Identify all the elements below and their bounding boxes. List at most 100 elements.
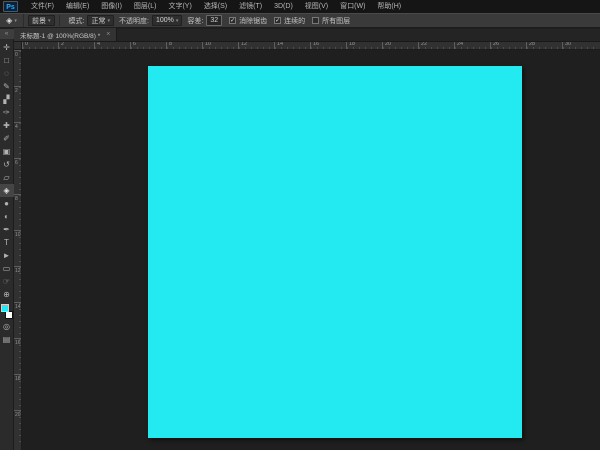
menu-item[interactable]: 图层(L) xyxy=(128,0,163,13)
quick-mask-icon: ◎ xyxy=(3,322,10,331)
tool-button-path-selection[interactable]: ► xyxy=(0,249,14,262)
tolerance-input[interactable]: 32 xyxy=(206,15,223,26)
menu-item[interactable]: 图像(I) xyxy=(95,0,128,13)
checkbox-label: 消除锯齿 xyxy=(239,17,268,25)
tool-button-eyedropper[interactable]: ✑ xyxy=(0,106,14,119)
tool-button-hand[interactable]: ☞ xyxy=(0,275,14,288)
checkbox-all-layers[interactable]: 所有图层 xyxy=(312,16,350,26)
ruler-tick: 26 xyxy=(490,42,526,49)
ruler-tick: 24 xyxy=(454,42,490,49)
ruler-tick: 14 xyxy=(14,302,21,338)
tool-bar: « ✛ □ ◌ ✎ ▞ ✑ ✚ ✐ ▣ ↺ ▱ ◈ ● ◐ ✒ T ► ▭ ☞ … xyxy=(0,29,14,450)
ruler-tick: 22 xyxy=(418,42,454,49)
horizontal-ruler[interactable]: 0 2 4 6 8 10 12 14 16 18 20 22 24 26 28 … xyxy=(22,42,600,50)
tool-icon: ✒ xyxy=(3,225,10,234)
tool-icon: ✎ xyxy=(3,82,10,91)
ruler-tick-label: 20 xyxy=(385,42,392,47)
tool-button-history-brush[interactable]: ↺ xyxy=(0,158,14,171)
tool-button-brush[interactable]: ✐ xyxy=(0,132,14,145)
menu-item[interactable]: 滤镜(T) xyxy=(233,0,268,13)
quick-mask-button[interactable]: ◎ xyxy=(0,320,14,333)
tool-icon: ◌ xyxy=(4,69,9,78)
ruler-corner[interactable] xyxy=(14,42,22,50)
ruler-tick: 2 xyxy=(14,86,21,122)
tool-button-quick-selection[interactable]: ✎ xyxy=(0,80,14,93)
fill-source-value: 前景 xyxy=(32,17,46,25)
ruler-tick: 0 xyxy=(22,42,58,49)
checkbox-box-icon xyxy=(312,17,320,24)
tool-icon: ► xyxy=(2,251,11,260)
ruler-tick-label: 8 xyxy=(169,42,173,47)
vertical-ruler[interactable]: 0 2 4 6 8 10 12 14 16 18 20 xyxy=(14,50,22,450)
ruler-tick-label: 12 xyxy=(241,42,248,47)
ruler-tick-label: 28 xyxy=(529,42,536,47)
paint-bucket-tool-preset[interactable]: ◈ ▾ xyxy=(0,14,24,27)
screen-mode-icon: ▤ xyxy=(2,335,11,344)
ruler-tick: 0 xyxy=(14,50,21,86)
tool-icon: ◐ xyxy=(4,212,9,221)
ruler-tick-label: 12 xyxy=(15,268,21,274)
toolbar-collapse-button[interactable]: « xyxy=(0,29,14,39)
menu-item[interactable]: 帮助(H) xyxy=(371,0,407,13)
checkbox-contiguous[interactable]: ✓ 连续的 xyxy=(274,16,305,26)
ruler-tick-label: 30 xyxy=(565,42,572,47)
canvas[interactable] xyxy=(148,66,522,438)
ruler-tick: 16 xyxy=(14,338,21,374)
tool-button-move[interactable]: ✛ xyxy=(0,41,14,54)
separator xyxy=(58,15,60,26)
menu-item[interactable]: 文字(Y) xyxy=(162,0,197,13)
tool-button-crop[interactable]: ▞ xyxy=(0,93,14,106)
foreground-color-swatch[interactable] xyxy=(0,304,9,312)
menu-item[interactable]: 3D(D) xyxy=(268,0,299,13)
menu-item[interactable]: 视图(V) xyxy=(299,0,334,13)
ruler-tick-label: 22 xyxy=(421,42,428,47)
tool-button-zoom[interactable]: ⊕ xyxy=(0,288,14,301)
ruler-tick: 18 xyxy=(14,374,21,410)
ruler-tick: 18 xyxy=(346,42,382,49)
fill-source-select[interactable]: 前景 ▾ xyxy=(28,15,55,26)
tool-button-healing-brush[interactable]: ✚ xyxy=(0,119,14,132)
background-color-swatch[interactable] xyxy=(4,311,13,319)
tool-button-pen[interactable]: ✒ xyxy=(0,223,14,236)
tool-icon: ▞ xyxy=(3,95,10,104)
tool-button-type[interactable]: T xyxy=(0,236,14,249)
tool-button-shape[interactable]: ▭ xyxy=(0,262,14,275)
tool-icon: ▱ xyxy=(3,173,10,182)
screen-mode-button[interactable]: ▤ xyxy=(0,333,14,346)
ruler-tick-label: 16 xyxy=(313,42,320,47)
ruler-tick: 12 xyxy=(14,266,21,302)
chevron-down-icon: ▾ xyxy=(48,17,51,24)
tool-button-clone-stamp[interactable]: ▣ xyxy=(0,145,14,158)
tool-icon: ▣ xyxy=(2,147,11,156)
ruler-tick: 10 xyxy=(14,230,21,266)
ruler-tick: 2 xyxy=(58,42,94,49)
close-icon[interactable]: × xyxy=(106,31,110,38)
menu-item[interactable]: 窗口(W) xyxy=(334,0,371,13)
tool-button-eraser[interactable]: ▱ xyxy=(0,171,14,184)
mode-select[interactable]: 正常 ▾ xyxy=(87,15,114,26)
tool-button-lasso[interactable]: ◌ xyxy=(0,67,14,80)
menu-item[interactable]: 文件(F) xyxy=(25,0,60,13)
ruler-tick: 20 xyxy=(14,410,21,446)
mode-label: 模式: xyxy=(68,17,85,25)
ruler-tick-label: 6 xyxy=(133,42,137,47)
tool-button-marquee[interactable]: □ xyxy=(0,54,14,67)
ruler-tick-label: 8 xyxy=(15,196,18,202)
menu-item[interactable]: 选择(S) xyxy=(198,0,233,13)
opacity-select[interactable]: 100% ▾ xyxy=(151,15,183,26)
tool-button-dodge[interactable]: ◐ xyxy=(0,210,14,223)
document-tab[interactable]: 未标题-1 @ 100%(RGB/8) * × xyxy=(14,28,118,41)
tool-icon: ✑ xyxy=(3,108,10,117)
ruler-tick-label: 14 xyxy=(277,42,284,47)
tool-icon: ✛ xyxy=(3,43,10,52)
menu-item[interactable]: 编辑(E) xyxy=(60,0,95,13)
ruler-tick: 12 xyxy=(238,42,274,49)
ruler-tick-label: 16 xyxy=(15,340,21,346)
ruler-tick-label: 26 xyxy=(493,42,500,47)
ruler-tick-label: 2 xyxy=(61,42,65,47)
tool-button-blur[interactable]: ● xyxy=(0,197,14,210)
tool-button-paint-bucket[interactable]: ◈ xyxy=(0,184,14,197)
work-area xyxy=(22,50,600,450)
ruler-tick: 10 xyxy=(202,42,238,49)
checkbox-anti-alias[interactable]: ✓ 消除锯齿 xyxy=(229,16,267,26)
